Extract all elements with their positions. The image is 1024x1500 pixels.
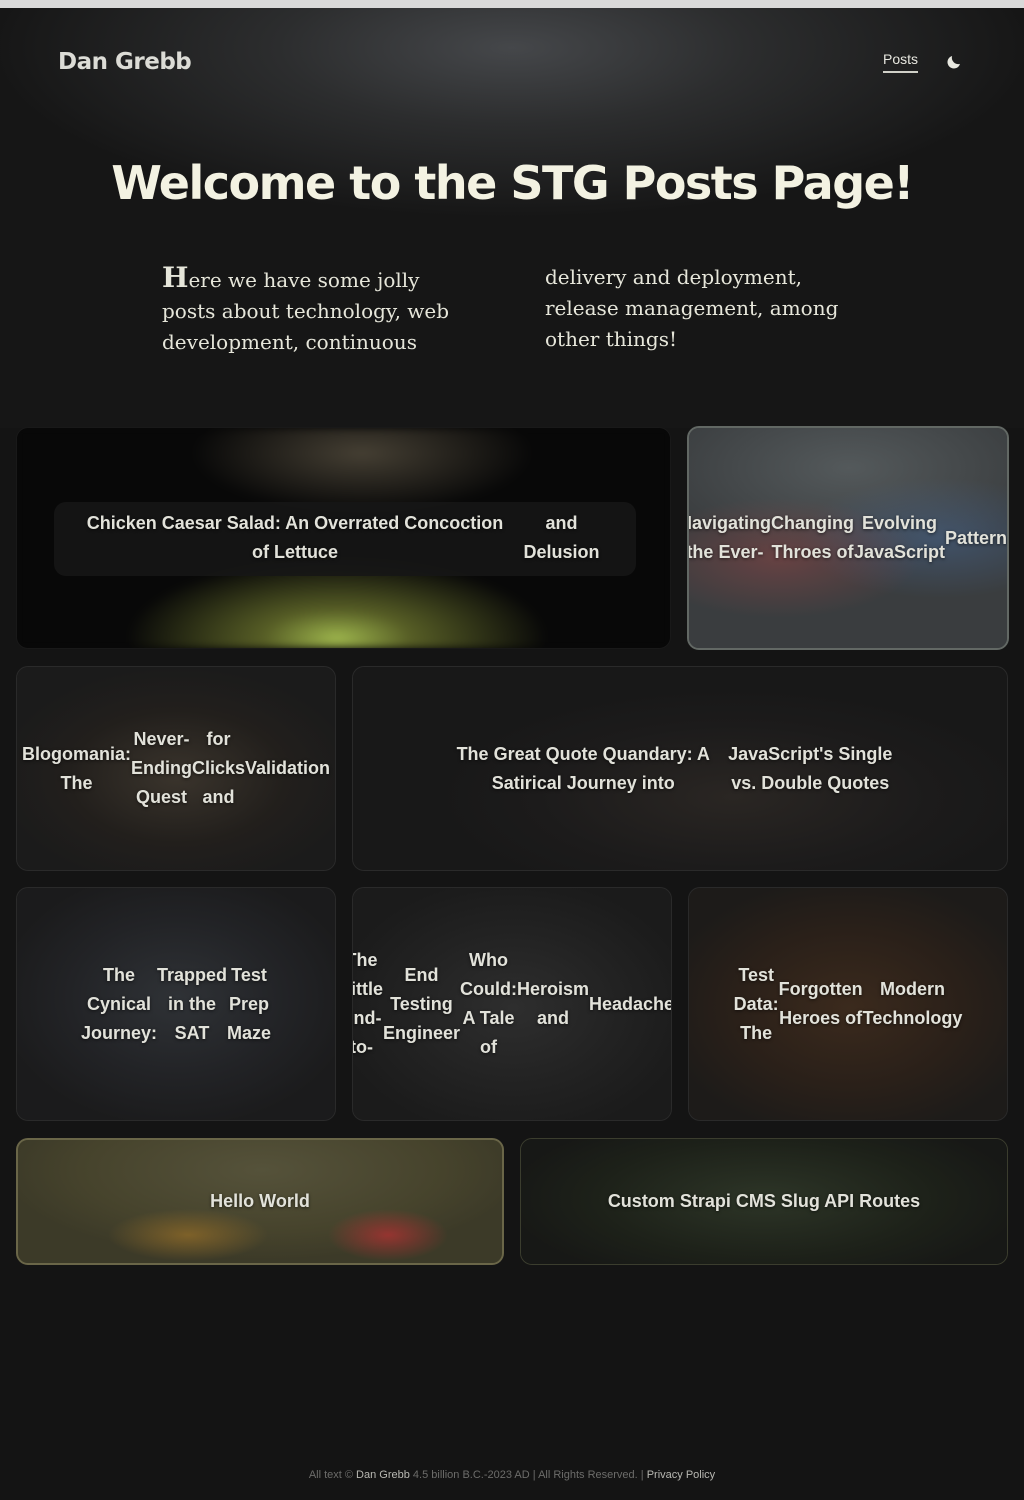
post-title-line: Forgotten Heroes of (778, 979, 863, 1028)
site-footer: All text © Dan Grebb 4.5 billion B.C.-20… (0, 1469, 1024, 1481)
post-title: Test Data: The Forgotten Heroes of Moder… (689, 888, 1007, 1120)
post-title-line: Hello World (210, 1191, 310, 1211)
post-title-line: Who Could: A Tale of (459, 950, 517, 1057)
post-title-line: Validation (245, 758, 331, 778)
main-nav: Posts (882, 50, 966, 74)
post-card[interactable]: Test Data: The Forgotten Heroes of Moder… (688, 887, 1008, 1121)
post-title-line: Patterns (945, 527, 1008, 548)
post-card[interactable]: Navigating the Ever- Changing Throes of … (687, 426, 1009, 650)
site-header: Dan Grebb Posts (0, 8, 1024, 126)
post-title: The Little End-to- End Testing Engineer … (353, 888, 671, 1120)
post-card[interactable]: Blogomania: The Never-Ending Quest for C… (16, 666, 336, 871)
browser-top-strip (0, 0, 1024, 8)
post-card[interactable]: Hello World (16, 1138, 504, 1265)
post-title: The Cynical Journey: Trapped in the SAT … (17, 888, 335, 1120)
post-title-line: and Delusion (523, 513, 600, 562)
post-title-line: Heroism and (516, 979, 589, 1028)
post-title-line: Never-Ending Quest (130, 729, 192, 807)
post-title-line: Trapped in the SAT (157, 964, 228, 1043)
footer-prefix: All text © (308, 1469, 353, 1481)
post-title: Hello World (18, 1140, 502, 1263)
post-title-line: Test Data: The (733, 964, 779, 1043)
intro-text: Here we have some jolly posts about tech… (162, 261, 839, 354)
page-title: Welcome to the STG Posts Page! (111, 156, 914, 210)
post-card[interactable]: Custom Strapi CMS Slug API Routes (520, 1138, 1008, 1265)
privacy-policy-link[interactable]: Privacy Policy (647, 1469, 715, 1481)
site-logo[interactable]: Dan Grebb (58, 49, 192, 75)
post-title-line: for Clicks and (191, 729, 246, 807)
post-title-line: Headaches (588, 993, 671, 1014)
post-title-line: Chicken Caesar Salad: An Overrated Conco… (86, 513, 504, 562)
moon-icon[interactable] (942, 50, 966, 74)
post-title: Chicken Caesar Salad: An Overrated Conco… (17, 428, 670, 648)
post-title-line: JavaScript's Single vs. Double Quotes (728, 743, 893, 793)
post-card[interactable]: The Great Quote Quandary: A Satirical Jo… (352, 666, 1008, 871)
post-title: Navigating the Ever- Changing Throes of … (689, 428, 1007, 648)
post-title: Custom Strapi CMS Slug API Routes (521, 1139, 1007, 1264)
post-title: Blogomania: The Never-Ending Quest for C… (17, 667, 335, 870)
post-card[interactable]: The Cynical Journey: Trapped in the SAT … (16, 887, 336, 1121)
post-title: The Great Quote Quandary: A Satirical Jo… (353, 667, 1007, 870)
post-title-line: End Testing Engineer (382, 964, 460, 1043)
post-title-line: Test Prep Maze (227, 964, 272, 1043)
post-title-line: The Great Quote Quandary: A Satirical Jo… (456, 743, 710, 793)
post-title-line: The Cynical Journey: (80, 964, 157, 1043)
nav-link-posts[interactable]: Posts (882, 51, 918, 73)
post-title-line: The Little End-to- (352, 950, 383, 1057)
post-title-line: Navigating the Ever- (687, 513, 771, 562)
post-title-line: Changing Throes of (770, 513, 854, 562)
footer-author-link[interactable]: Dan Grebb (356, 1469, 410, 1481)
post-title-line: Evolving JavaScript (853, 513, 946, 562)
post-title-line: Blogomania: The (21, 743, 131, 793)
post-card[interactable]: Chicken Caesar Salad: An Overrated Conco… (16, 427, 671, 649)
post-card[interactable]: The Little End-to- End Testing Engineer … (352, 887, 672, 1121)
post-title-line: Modern Technology (862, 979, 963, 1028)
post-title-line: Custom Strapi CMS Slug API Routes (607, 1191, 921, 1211)
footer-rights: 4.5 billion B.C.-2023 AD | All Rights Re… (412, 1469, 644, 1481)
